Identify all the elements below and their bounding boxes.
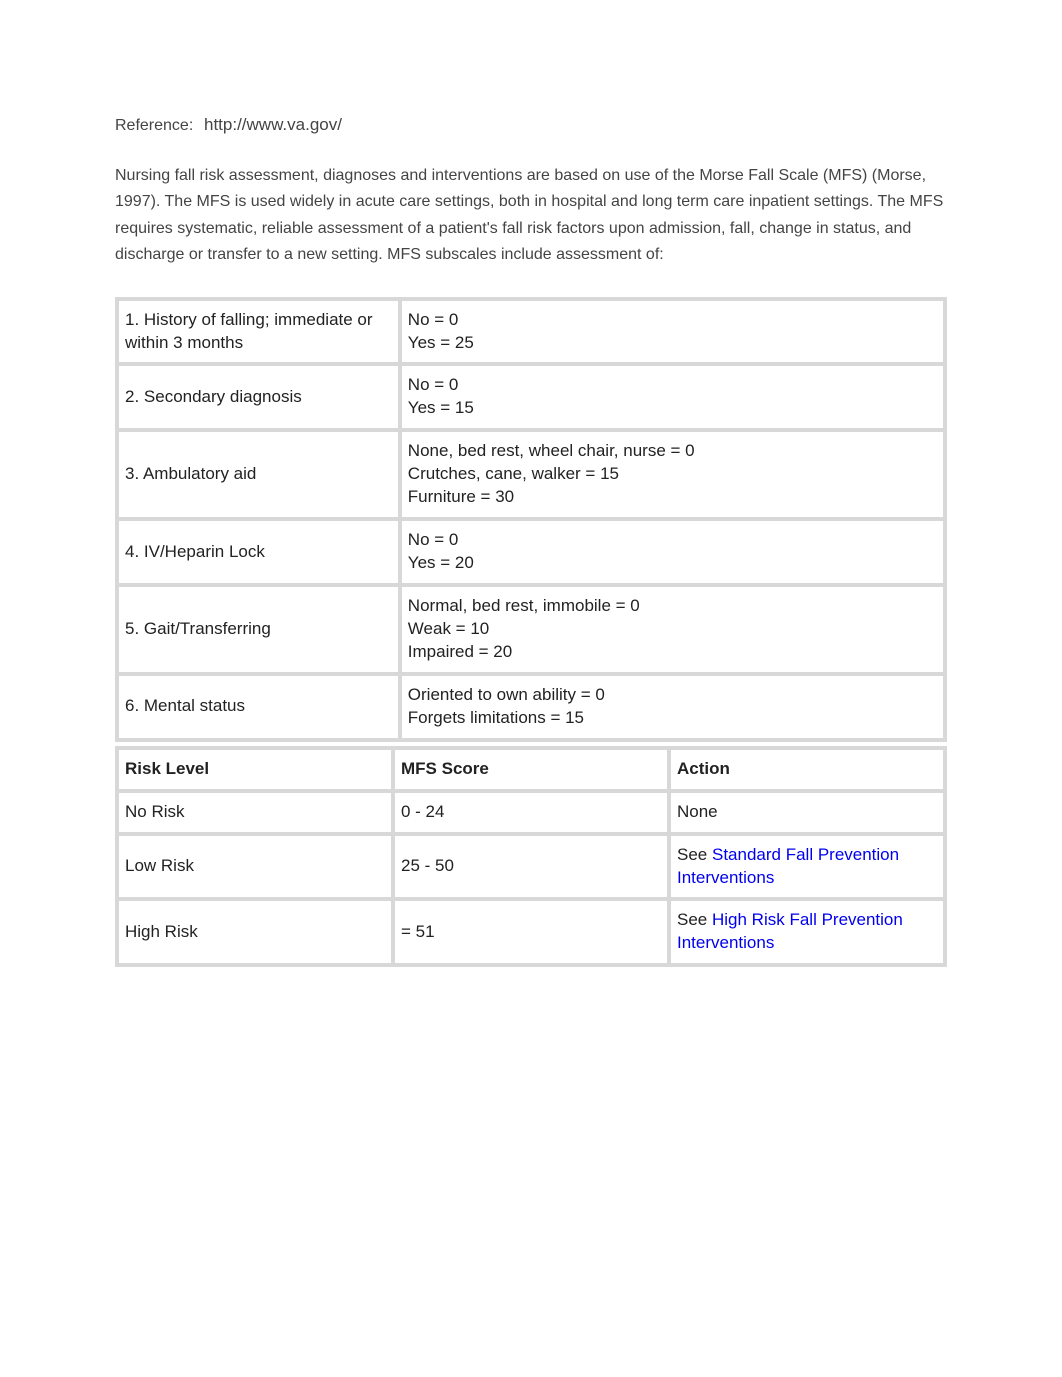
table-row: Low Risk 25 - 50 See Standard Fall Preve… <box>119 836 943 898</box>
assessment-label: 1. History of falling; immediate or with… <box>119 301 398 363</box>
risk-level-header: Risk Level <box>119 750 391 789</box>
risk-table: Risk Level MFS Score Action No Risk 0 - … <box>115 746 947 968</box>
table-row: 1. History of falling; immediate or with… <box>119 301 943 363</box>
assessment-table: 1. History of falling; immediate or with… <box>115 297 947 742</box>
action-cell: None <box>671 793 943 832</box>
action-header: Action <box>671 750 943 789</box>
table-row: 6. Mental status Oriented to own ability… <box>119 676 943 738</box>
reference-url: http://www.va.gov/ <box>204 115 342 134</box>
risk-level: High Risk <box>119 901 391 963</box>
mfs-score: = 51 <box>395 901 667 963</box>
assessment-scoring: No = 0 Yes = 25 <box>402 301 943 363</box>
assessment-label: 3. Ambulatory aid <box>119 432 398 517</box>
mfs-score: 25 - 50 <box>395 836 667 898</box>
table-row: No Risk 0 - 24 None <box>119 793 943 832</box>
action-prefix: See <box>677 910 712 929</box>
assessment-scoring: Normal, bed rest, immobile = 0 Weak = 10… <box>402 587 943 672</box>
action-prefix: See <box>677 845 712 864</box>
table-row: 2. Secondary diagnosis No = 0 Yes = 15 <box>119 366 943 428</box>
assessment-label: 6. Mental status <box>119 676 398 738</box>
action-plain: None <box>677 802 718 821</box>
assessment-label: 2. Secondary diagnosis <box>119 366 398 428</box>
reference-label: Reference: <box>115 117 193 134</box>
table-row: 4. IV/Heparin Lock No = 0 Yes = 20 <box>119 521 943 583</box>
mfs-score: 0 - 24 <box>395 793 667 832</box>
assessment-label: 4. IV/Heparin Lock <box>119 521 398 583</box>
assessment-scoring: No = 0 Yes = 20 <box>402 521 943 583</box>
risk-table-header: Risk Level MFS Score Action <box>119 750 943 789</box>
table-row: 5. Gait/Transferring Normal, bed rest, i… <box>119 587 943 672</box>
assessment-scoring: No = 0 Yes = 15 <box>402 366 943 428</box>
risk-level: No Risk <box>119 793 391 832</box>
risk-level: Low Risk <box>119 836 391 898</box>
assessment-scoring: Oriented to own ability = 0 Forgets limi… <box>402 676 943 738</box>
assessment-scoring: None, bed rest, wheel chair, nurse = 0 C… <box>402 432 943 517</box>
action-cell: See Standard Fall Prevention Interventio… <box>671 836 943 898</box>
assessment-label: 5. Gait/Transferring <box>119 587 398 672</box>
mfs-score-header: MFS Score <box>395 750 667 789</box>
reference-line: Reference: http://www.va.gov/ <box>115 115 947 135</box>
table-row: 3. Ambulatory aid None, bed rest, wheel … <box>119 432 943 517</box>
table-row: High Risk = 51 See High Risk Fall Preven… <box>119 901 943 963</box>
action-cell: See High Risk Fall Prevention Interventi… <box>671 901 943 963</box>
intro-paragraph: Nursing fall risk assessment, diagnoses … <box>115 163 947 269</box>
